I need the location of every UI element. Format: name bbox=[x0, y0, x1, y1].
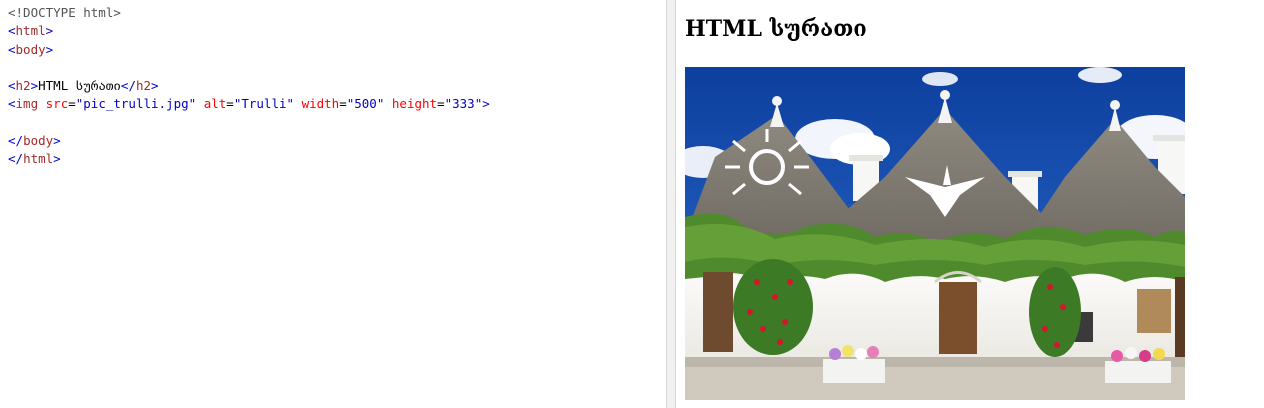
attribute-name-token: height bbox=[391, 96, 438, 112]
bracket-token: </ bbox=[120, 78, 136, 94]
trulli-photo bbox=[685, 67, 1185, 400]
equals-token: = bbox=[226, 96, 234, 112]
equals-token: = bbox=[68, 96, 76, 112]
doctype-token: <!DOCTYPE html> bbox=[8, 5, 121, 20]
bracket-token: > bbox=[151, 78, 159, 94]
code-line: <img src="pic_trulli.jpg" alt="Trulli" w… bbox=[8, 95, 666, 113]
attribute-name-token: width bbox=[301, 96, 340, 112]
code-editor[interactable]: <!DOCTYPE html> <html> <body> <h2>HTML სურ… bbox=[0, 0, 666, 408]
equals-token: = bbox=[437, 96, 445, 112]
attribute-value-token: "500" bbox=[346, 96, 385, 112]
code-line: <h2>HTML სურათი</h2> bbox=[8, 77, 666, 95]
bracket-token: > bbox=[30, 78, 39, 94]
bracket-token: < bbox=[8, 23, 16, 39]
equals-token: = bbox=[339, 96, 347, 112]
bracket-token: </ bbox=[8, 151, 24, 167]
code-line: <body> bbox=[8, 41, 666, 59]
bracket-token: < bbox=[8, 41, 16, 57]
tag-token: h2 bbox=[15, 78, 31, 94]
code-line: <!DOCTYPE html> bbox=[8, 4, 666, 22]
attribute-name-token: alt bbox=[203, 96, 227, 112]
bracket-token: </ bbox=[8, 133, 24, 149]
attribute-name-token: src bbox=[45, 96, 69, 112]
tag-token: body bbox=[15, 41, 46, 57]
tag-token: h2 bbox=[135, 78, 152, 94]
bracket-token: > bbox=[53, 151, 61, 167]
attribute-value-token: "Trulli" bbox=[233, 96, 295, 112]
tag-token: html bbox=[15, 23, 46, 39]
code-content[interactable]: <!DOCTYPE html> <html> <body> <h2>HTML სურ… bbox=[0, 0, 666, 169]
bracket-token: < bbox=[8, 78, 16, 94]
code-line: </html> bbox=[8, 150, 666, 168]
preview-heading: HTML სურათი bbox=[685, 16, 867, 42]
tag-token: html bbox=[23, 151, 54, 167]
bracket-token: > bbox=[45, 23, 54, 39]
bracket-token: > bbox=[53, 133, 61, 149]
attribute-value-token: "pic_trulli.jpg" bbox=[75, 96, 197, 112]
code-line: </body> bbox=[8, 132, 666, 150]
result-preview: HTML სურათი bbox=[676, 0, 1264, 408]
code-line: <html> bbox=[8, 22, 666, 40]
attribute-value-token: "333" bbox=[444, 96, 483, 112]
pane-splitter[interactable] bbox=[666, 0, 676, 408]
text-token: HTML სურათი bbox=[38, 78, 121, 94]
tag-token: body bbox=[23, 133, 54, 149]
bracket-token: > bbox=[45, 41, 54, 57]
tag-token: img bbox=[15, 96, 39, 112]
bracket-token: < bbox=[8, 96, 16, 112]
bracket-token: > bbox=[482, 96, 490, 112]
